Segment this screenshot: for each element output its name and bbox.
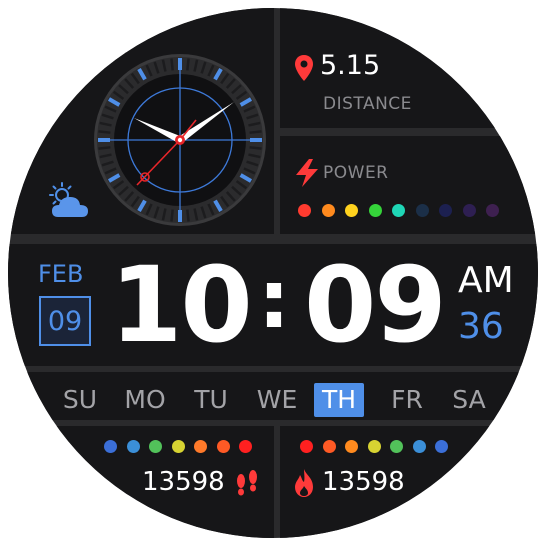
location-pin-icon (295, 55, 313, 81)
day-badge: 09 (39, 296, 91, 346)
calories-dot (412, 440, 426, 453)
steps-dot (216, 440, 230, 453)
power-label: POWER (323, 163, 389, 183)
power-dot (345, 204, 358, 217)
lightning-icon (296, 159, 318, 187)
watch-face: 5.15 DISTANCE POWER FEB 09 10 : 09 AM 36… (8, 8, 538, 538)
power-dot (298, 204, 311, 217)
month-label: FEB (38, 260, 84, 288)
calories-dot (435, 440, 448, 453)
calories-dot (367, 440, 381, 453)
steps-dot (126, 440, 140, 453)
time-minutes: 09 (304, 244, 447, 366)
ampm-label: AM (458, 260, 514, 301)
seconds-value: 36 (458, 306, 504, 347)
steps-dot (239, 440, 252, 453)
steps-dot (149, 440, 162, 453)
calories-dot (322, 440, 336, 453)
distance-value: 5.15 (320, 50, 381, 81)
power-dot (392, 204, 405, 217)
weekday-mo: MO (124, 385, 166, 414)
power-dot (439, 204, 452, 217)
time-separator: : (258, 253, 290, 346)
minute-marker (98, 130, 111, 134)
power-dot (462, 204, 476, 217)
time-hours: 10 (110, 244, 253, 366)
calories-dot (300, 440, 313, 453)
minute-marker (249, 130, 262, 134)
minute-marker (98, 146, 111, 150)
calories-panel (280, 426, 538, 538)
steps-dot (194, 440, 207, 453)
distance-label: DISTANCE (323, 94, 412, 114)
partly-cloudy-icon (49, 182, 88, 217)
steps-dot (171, 440, 185, 453)
minute-marker (249, 146, 262, 150)
weekday-fr: FR (391, 385, 423, 414)
power-dot (415, 204, 429, 217)
weekday-th: TH (314, 383, 364, 417)
minute-marker (170, 209, 174, 222)
calories-value: 13598 (322, 467, 405, 497)
steps-dot (104, 440, 117, 453)
minute-marker (170, 58, 174, 71)
power-dot (486, 204, 499, 217)
power-dot (368, 204, 382, 217)
weekday-we: WE (256, 385, 298, 414)
calories-dot (390, 440, 403, 453)
weekday-sa: SA (452, 385, 486, 414)
minute-marker (186, 209, 190, 222)
footprints-icon (237, 470, 257, 496)
calories-dot (345, 440, 358, 453)
weekday-su: SU (62, 385, 98, 414)
flame-icon (295, 469, 313, 497)
weekday-tu: TU (194, 385, 228, 414)
steps-value: 13598 (142, 467, 225, 497)
minute-marker (186, 58, 190, 71)
power-dot (321, 204, 335, 217)
analog-clock (94, 54, 266, 226)
